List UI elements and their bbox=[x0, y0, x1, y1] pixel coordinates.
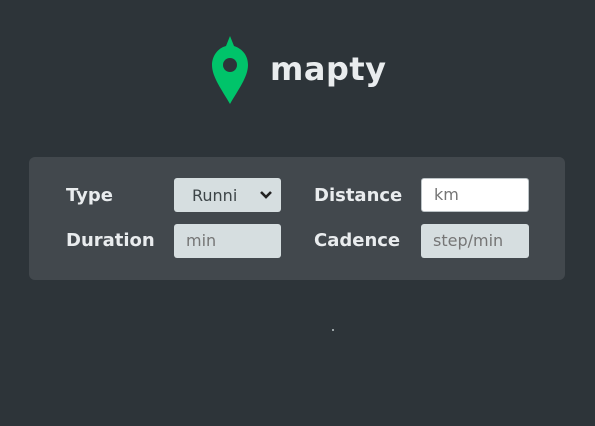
brand-name: mapty bbox=[270, 50, 387, 88]
distance-label: Distance bbox=[314, 185, 403, 206]
cadence-label: Cadence bbox=[314, 230, 401, 251]
logo: mapty bbox=[210, 34, 387, 106]
map-pin-icon bbox=[212, 36, 248, 104]
type-select[interactable]: Runni bbox=[174, 178, 281, 212]
workout-form: Type Runni Distance Duration Cadence bbox=[29, 157, 565, 280]
distance-input[interactable] bbox=[421, 178, 529, 212]
cursor-dot bbox=[332, 329, 334, 331]
type-select-value: Runni bbox=[192, 185, 238, 205]
app-page: mapty Type Runni Distance Duration Caden… bbox=[0, 0, 595, 426]
cadence-input[interactable] bbox=[421, 224, 529, 258]
chevron-down-icon bbox=[260, 191, 272, 199]
duration-label: Duration bbox=[66, 230, 155, 251]
type-label: Type bbox=[66, 185, 113, 206]
duration-input[interactable] bbox=[174, 224, 281, 258]
